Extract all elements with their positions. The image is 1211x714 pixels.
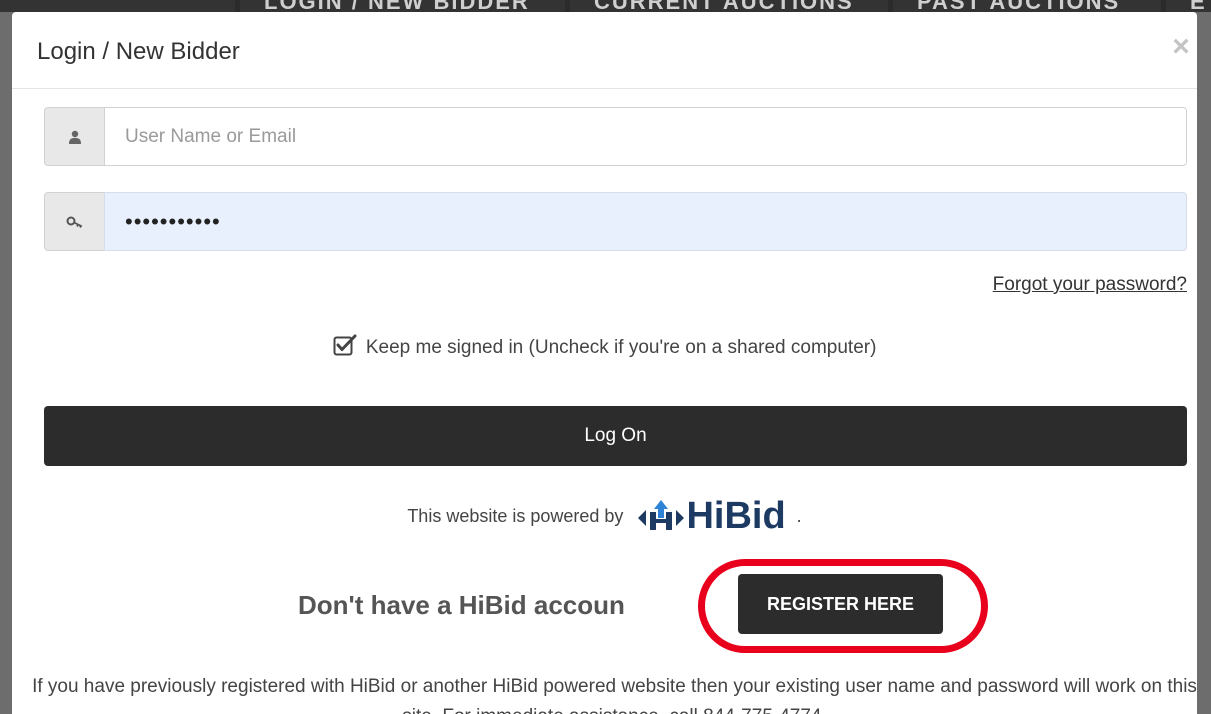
info-text: If you have previously registered with H… [32,676,1197,714]
hibid-logo-text: HiBid [686,495,786,537]
username-input[interactable] [104,107,1187,166]
key-icon [44,192,104,251]
hibid-logo[interactable]: HiBid [638,495,786,538]
keep-signed-in-label: Keep me signed in (Uncheck if you're on … [365,337,877,358]
close-icon: × [1172,30,1190,63]
background-nav: LOGIN / NEW BIDDER CURRENT AUCTIONS PAST… [0,0,1211,12]
keep-signed-in[interactable]: Keep me signed in (Uncheck if you're on … [12,334,1197,362]
log-on-button[interactable]: Log On [44,406,1187,466]
forgot-password-link[interactable]: Forgot your password? [993,274,1187,296]
password-input[interactable] [104,192,1187,251]
register-here-button[interactable]: REGISTER HERE [738,574,943,634]
background-tab-login[interactable]: LOGIN / NEW BIDDER [240,0,565,12]
powered-by: This website is powered by HiBid . [12,495,1197,538]
close-button[interactable]: × [1168,32,1194,62]
background-tab-extra[interactable]: E [1166,0,1211,12]
modal-header: Login / New Bidder × [12,12,1197,89]
background-tab-current[interactable]: CURRENT AUCTIONS [570,0,888,12]
user-icon [44,107,104,166]
modal-title: Login / New Bidder [37,38,240,65]
background-left [0,12,12,714]
hibid-logo-icon [638,499,685,530]
powered-by-suffix: . [796,506,802,526]
no-account-heading: Don't have a HiBid accoun [298,590,625,620]
background-tab-blank [0,0,235,12]
password-group [44,192,1187,251]
username-group [44,107,1187,166]
background-tab-past[interactable]: PAST AUCTIONS [893,0,1161,12]
powered-by-text: This website is powered by [407,506,624,526]
login-modal: Login / New Bidder × Forgot your passwor… [12,12,1197,714]
checkbox-checked-icon[interactable] [333,334,357,362]
background-right [1197,12,1211,714]
